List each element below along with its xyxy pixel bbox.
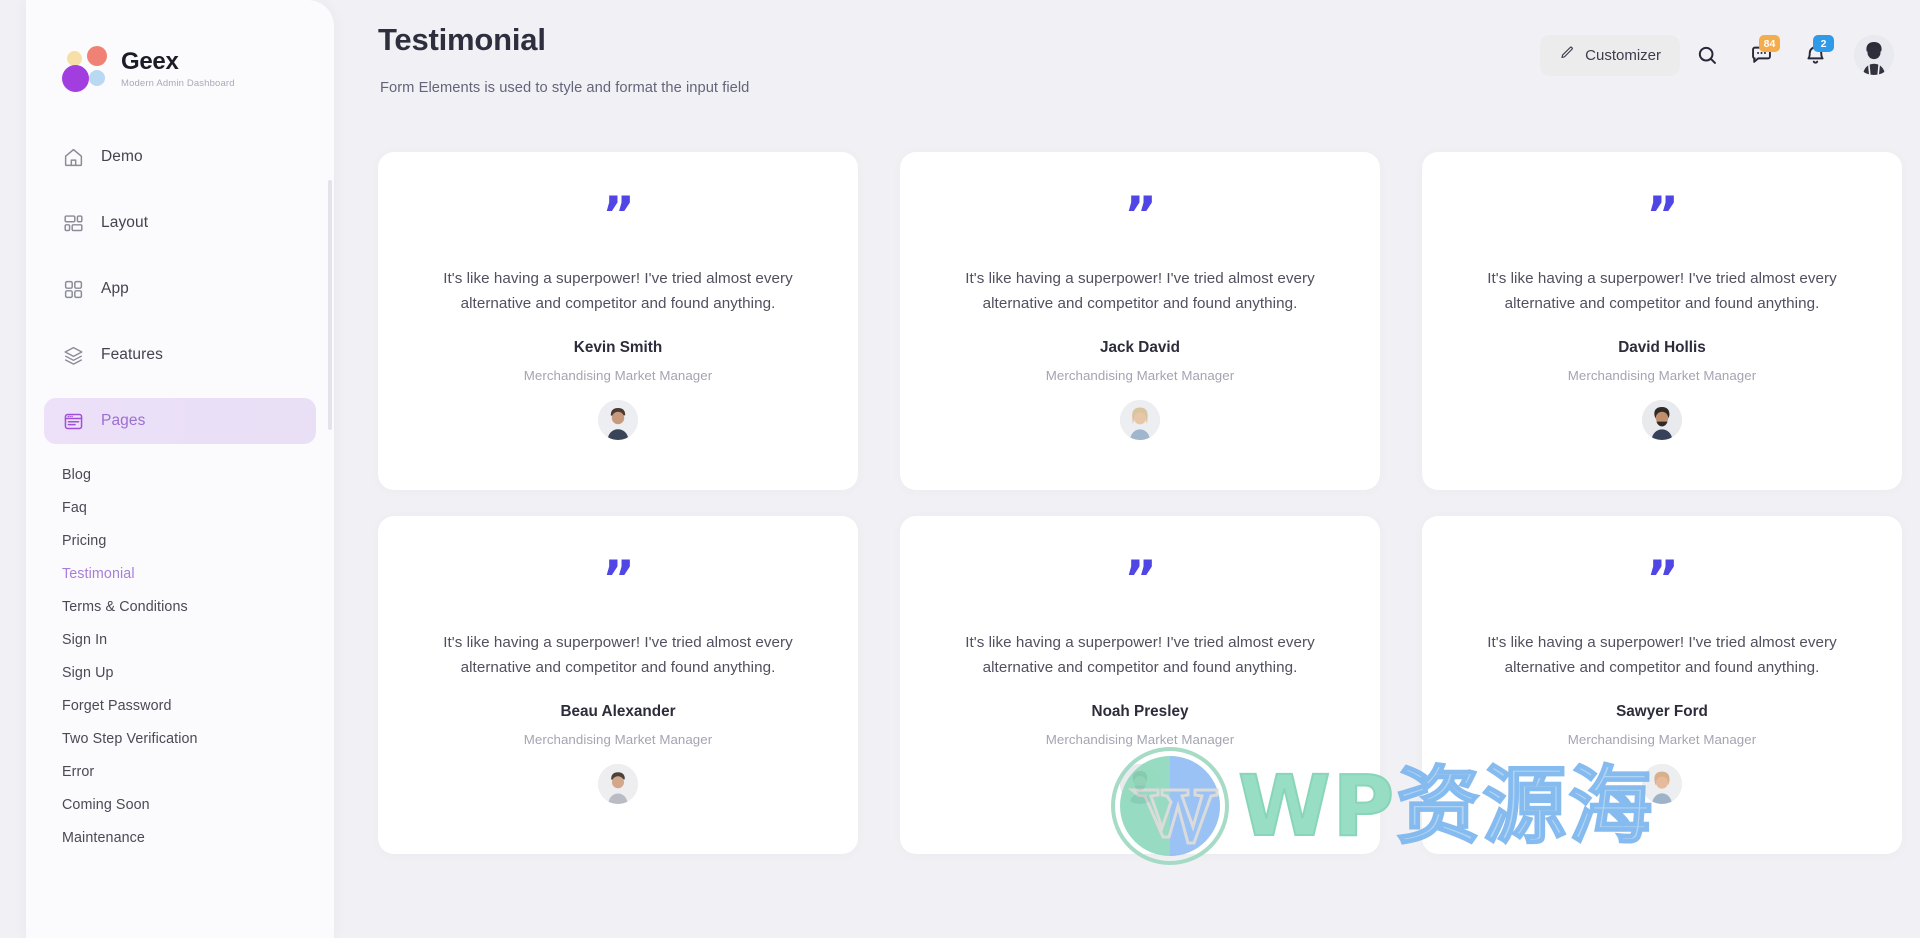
testimonial-quote: It's like having a superpower! I've trie…	[443, 634, 793, 676]
submenu-item-testimonial[interactable]: Testimonial	[62, 557, 334, 590]
brand-tagline: Modern Admin Dashboard	[121, 77, 235, 89]
sidebar-item-label: Layout	[101, 214, 149, 231]
submenu-item-faq[interactable]: Faq	[62, 491, 334, 524]
geex-logo-icon	[62, 46, 108, 92]
submenu-item-two-step-verification[interactable]: Two Step Verification	[62, 722, 334, 755]
submenu-item-sign-in[interactable]: Sign In	[62, 623, 334, 656]
quote-icon: ”	[1646, 186, 1679, 244]
sidebar-item-label: App	[101, 280, 129, 297]
testimonial-quote: It's like having a superpower! I've trie…	[965, 634, 1315, 676]
page-subtitle: Form Elements is used to style and forma…	[380, 80, 750, 96]
search-button[interactable]	[1680, 33, 1734, 77]
avatar	[598, 764, 638, 805]
testimonial-role: Merchandising Market Manager	[523, 368, 713, 384]
sidebar-item-layout[interactable]: Layout	[44, 200, 316, 246]
pages-submenu: Blog Faq Pricing Testimonial Terms & Con…	[26, 458, 334, 854]
chat-badge: 84	[1759, 35, 1780, 52]
testimonial-card: ” It's like having a superpower! I've tr…	[378, 152, 858, 490]
sidebar-item-app[interactable]: App	[44, 266, 316, 312]
search-icon	[1696, 44, 1719, 67]
testimonial-role: Merchandising Market Manager	[1045, 732, 1235, 748]
avatar	[1120, 764, 1160, 805]
testimonial-name: Beau Alexander	[560, 703, 676, 721]
notifications-button[interactable]: 2	[1788, 33, 1842, 77]
sidebar: Geex Modern Admin Dashboard Demo Layout …	[26, 0, 334, 938]
app-root: Geex Modern Admin Dashboard Demo Layout …	[0, 0, 1920, 938]
sidebar-item-pages[interactable]: Pages	[44, 398, 316, 444]
testimonial-role: Merchandising Market Manager	[523, 732, 713, 748]
testimonial-name: Jack David	[1100, 339, 1180, 357]
sidebar-item-label: Demo	[101, 148, 143, 165]
brand-logo[interactable]: Geex Modern Admin Dashboard	[26, 0, 334, 92]
page-title: Testimonial	[378, 22, 546, 57]
customizer-label: Customizer	[1585, 46, 1661, 64]
submenu-item-error[interactable]: Error	[62, 755, 334, 788]
testimonial-card: ” It's like having a superpower! I've tr…	[1422, 516, 1902, 854]
testimonial-role: Merchandising Market Manager	[1045, 368, 1235, 384]
sidebar-item-features[interactable]: Features	[44, 332, 316, 378]
submenu-item-terms-conditions[interactable]: Terms & Conditions	[62, 590, 334, 623]
testimonial-quote: It's like having a superpower! I've trie…	[1487, 634, 1837, 676]
user-avatar[interactable]	[1854, 35, 1894, 75]
pencil-icon	[1559, 45, 1575, 66]
avatar	[598, 400, 638, 441]
quote-icon: ”	[602, 550, 635, 608]
header-actions: Customizer 84 2	[1540, 33, 1894, 77]
notification-badge: 2	[1813, 35, 1834, 52]
testimonial-card: ” It's like having a superpower! I've tr…	[378, 516, 858, 854]
quote-icon: ”	[1124, 550, 1157, 608]
submenu-item-sign-up[interactable]: Sign Up	[62, 656, 334, 689]
testimonial-name: Sawyer Ford	[1616, 703, 1708, 721]
quote-icon: ”	[1124, 186, 1157, 244]
testimonial-name: Kevin Smith	[573, 339, 663, 357]
chat-button[interactable]: 84	[1734, 33, 1788, 77]
avatar	[1642, 400, 1682, 441]
pages-icon	[62, 410, 84, 432]
submenu-item-blog[interactable]: Blog	[62, 458, 334, 491]
submenu-item-forget-password[interactable]: Forget Password	[62, 689, 334, 722]
submenu-item-pricing[interactable]: Pricing	[62, 524, 334, 557]
testimonial-quote: It's like having a superpower! I've trie…	[443, 270, 793, 312]
sidebar-item-demo[interactable]: Demo	[44, 134, 316, 180]
testimonial-grid: ” It's like having a superpower! I've tr…	[378, 152, 1902, 854]
sidebar-item-label: Pages	[101, 412, 146, 429]
grid-icon	[62, 278, 84, 300]
page-header: Testimonial Form Elements is used to sty…	[378, 0, 1920, 118]
testimonial-card: ” It's like having a superpower! I've tr…	[900, 152, 1380, 490]
layers-icon	[62, 344, 84, 366]
quote-icon: ”	[602, 186, 635, 244]
testimonial-name: Noah Presley	[1091, 703, 1189, 721]
testimonial-card: ” It's like having a superpower! I've tr…	[1422, 152, 1902, 490]
quote-icon: ”	[1646, 550, 1679, 608]
layout-icon	[62, 212, 84, 234]
avatar	[1120, 400, 1160, 441]
customizer-button[interactable]: Customizer	[1540, 34, 1680, 76]
submenu-item-coming-soon[interactable]: Coming Soon	[62, 788, 334, 821]
testimonial-role: Merchandising Market Manager	[1567, 732, 1757, 748]
sidebar-nav: Demo Layout App Features Pages	[26, 134, 334, 444]
brand-name: Geex	[121, 48, 179, 76]
testimonial-quote: It's like having a superpower! I've trie…	[965, 270, 1315, 312]
testimonial-name: David Hollis	[1618, 339, 1706, 357]
testimonial-card: ” It's like having a superpower! I've tr…	[900, 516, 1380, 854]
home-icon	[62, 146, 84, 168]
testimonial-role: Merchandising Market Manager	[1567, 368, 1757, 384]
sidebar-item-label: Features	[101, 346, 163, 363]
testimonial-quote: It's like having a superpower! I've trie…	[1487, 270, 1837, 312]
avatar	[1642, 764, 1682, 805]
sidebar-scrollbar[interactable]	[328, 180, 332, 430]
submenu-item-maintenance[interactable]: Maintenance	[62, 821, 334, 854]
